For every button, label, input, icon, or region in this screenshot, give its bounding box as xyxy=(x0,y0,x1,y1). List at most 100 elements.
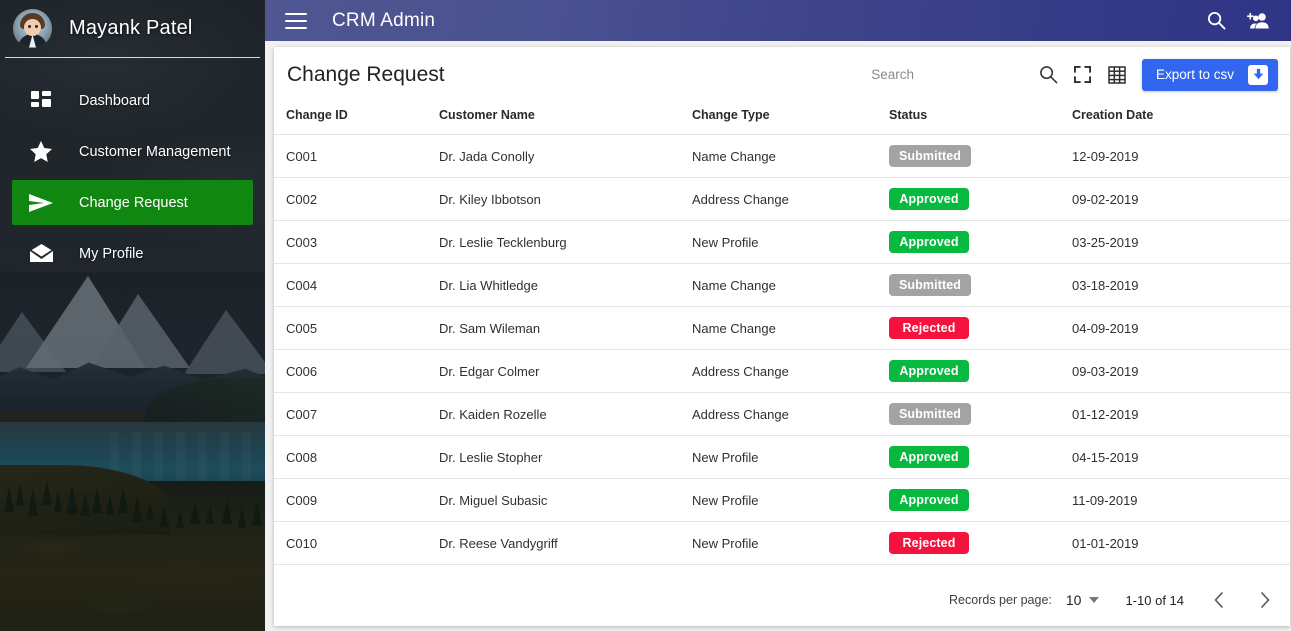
chevron-down-icon[interactable] xyxy=(1089,597,1100,603)
cell-customer-name: Dr. Kiley Ibbotson xyxy=(439,177,692,221)
cell-customer-name: Dr. Miguel Subasic xyxy=(439,478,692,522)
table-row[interactable]: C009 Dr. Miguel Subasic New Profile Approve… xyxy=(274,478,1290,522)
cell-status: Rejected xyxy=(889,521,1072,565)
fullscreen-icon[interactable] xyxy=(1068,60,1098,90)
status-badge: Approved xyxy=(889,231,969,253)
status-badge: Approved xyxy=(889,360,969,382)
status-badge: Approved xyxy=(889,489,969,511)
crm-admin-app: Mayank Patel Dashboard Customer Manageme… xyxy=(0,0,1291,631)
cell-change-type: Address Change xyxy=(692,392,889,436)
cell-change-id: C009 xyxy=(274,478,439,522)
table-row[interactable]: C001 Dr. Jada Conolly Name Change Submitted… xyxy=(274,134,1290,178)
sidebar-user-name: Mayank Patel xyxy=(69,16,193,39)
table-row[interactable]: C007 Dr. Kaiden Rozelle Address Change Subm… xyxy=(274,392,1290,436)
sidebar-item-label: My Profile xyxy=(79,245,144,262)
cell-change-id: C005 xyxy=(274,306,439,350)
status-badge: Rejected xyxy=(889,532,969,554)
envelope-icon xyxy=(27,240,55,268)
status-badge: Approved xyxy=(889,188,969,210)
export-button-label: Export to csv xyxy=(1155,67,1234,82)
sidebar-item-my-profile[interactable]: My Profile xyxy=(12,231,253,276)
send-icon xyxy=(27,189,55,217)
sidebar-nav: Dashboard Customer Management Change Req… xyxy=(0,78,265,282)
table-row[interactable]: C008 Dr. Leslie Stopher New Profile Approve… xyxy=(274,435,1290,479)
column-header-creation-date[interactable]: Creation Date xyxy=(1072,102,1290,135)
status-badge: Approved xyxy=(889,446,969,468)
cell-customer-name: Dr. Lia Whitledge xyxy=(439,263,692,307)
cell-creation-date: 01-01-2019 xyxy=(1072,521,1290,565)
cell-change-id: C001 xyxy=(274,134,439,178)
dashboard-icon xyxy=(27,87,55,115)
cell-change-id: C002 xyxy=(274,177,439,221)
cell-status: Approved xyxy=(889,349,1072,393)
column-header-change-id[interactable]: Change ID xyxy=(274,102,439,135)
pagination-range: 1-10 of 14 xyxy=(1125,592,1184,608)
sidebar-item-label: Customer Management xyxy=(79,143,231,160)
chevron-right-icon[interactable] xyxy=(1254,589,1276,611)
cell-change-type: Name Change xyxy=(692,134,889,178)
sidebar-profile[interactable]: Mayank Patel xyxy=(0,0,265,56)
cell-customer-name: Dr. Leslie Tecklenburg xyxy=(439,220,692,264)
star-icon xyxy=(27,138,55,166)
table-head: Change ID Customer Name Change Type Stat… xyxy=(274,102,1290,135)
table-row[interactable]: C004 Dr. Lia Whitledge Name Change Submitte… xyxy=(274,263,1290,307)
cell-status: Approved xyxy=(889,177,1072,221)
status-badge: Rejected xyxy=(889,317,969,339)
status-badge: Submitted xyxy=(889,403,972,425)
search-icon[interactable] xyxy=(1201,6,1231,36)
table-row[interactable]: C005 Dr. Sam Wileman Name Change Rejected 04… xyxy=(274,306,1290,350)
chevron-left-icon[interactable] xyxy=(1208,589,1230,611)
cell-change-id: C007 xyxy=(274,392,439,436)
cell-change-type: Address Change xyxy=(692,177,889,221)
top-app-bar: CRM Admin xyxy=(265,0,1291,41)
cell-status: Submitted xyxy=(889,392,1072,436)
cell-customer-name: Dr. Kaiden Rozelle xyxy=(439,392,692,436)
grid-icon[interactable] xyxy=(1102,60,1132,90)
avatar xyxy=(13,8,52,48)
sidebar-item-change-request[interactable]: Change Request xyxy=(12,180,253,225)
cell-customer-name: Dr. Edgar Colmer xyxy=(439,349,692,393)
cell-change-type: Name Change xyxy=(692,263,889,307)
pagination: Records per page: 10 1-10 of 14 xyxy=(949,574,1276,626)
cell-status: Approved xyxy=(889,478,1072,522)
cell-change-type: Address Change xyxy=(692,349,889,393)
hamburger-icon[interactable] xyxy=(285,12,307,29)
sidebar-item-label: Change Request xyxy=(79,194,188,211)
column-header-change-type[interactable]: Change Type xyxy=(692,102,889,135)
status-badge: Submitted xyxy=(889,274,972,296)
search-icon[interactable] xyxy=(1034,60,1064,90)
export-to-csv-button[interactable]: Export to csv xyxy=(1141,58,1278,91)
cell-creation-date: 01-12-2019 xyxy=(1072,392,1290,436)
sidebar-item-label: Dashboard xyxy=(79,92,150,109)
download-icon xyxy=(1248,64,1268,85)
cell-customer-name: Dr. Reese Vandygriff xyxy=(439,521,692,565)
cell-creation-date: 04-09-2019 xyxy=(1072,306,1290,350)
search-input[interactable]: Search xyxy=(871,67,914,82)
cell-status: Rejected xyxy=(889,306,1072,350)
sidebar-divider xyxy=(5,57,260,58)
cell-customer-name: Dr. Jada Conolly xyxy=(439,134,692,178)
cell-creation-date: 09-03-2019 xyxy=(1072,349,1290,393)
records-per-page-select[interactable]: 10 xyxy=(1066,592,1082,608)
table-row[interactable]: C002 Dr. Kiley Ibbotson Address Change Appr… xyxy=(274,177,1290,221)
column-header-customer-name[interactable]: Customer Name xyxy=(439,102,692,135)
cell-customer-name: Dr. Sam Wileman xyxy=(439,306,692,350)
cell-status: Approved xyxy=(889,435,1072,479)
cell-change-type: New Profile xyxy=(692,220,889,264)
sidebar: Mayank Patel Dashboard Customer Manageme… xyxy=(0,0,265,631)
column-header-status[interactable]: Status xyxy=(889,102,1072,135)
cell-change-type: New Profile xyxy=(692,435,889,479)
cell-change-id: C004 xyxy=(274,263,439,307)
table-row[interactable]: C006 Dr. Edgar Colmer Address Change Approv… xyxy=(274,349,1290,393)
cell-status: Submitted xyxy=(889,263,1072,307)
sidebar-item-customer-management[interactable]: Customer Management xyxy=(12,129,253,174)
app-title: CRM Admin xyxy=(332,9,436,31)
sidebar-item-dashboard[interactable]: Dashboard xyxy=(12,78,253,123)
table-row[interactable]: C003 Dr. Leslie Tecklenburg New Profile App… xyxy=(274,220,1290,264)
add-user-icon[interactable] xyxy=(1243,6,1273,36)
cell-creation-date: 03-18-2019 xyxy=(1072,263,1290,307)
records-per-page-label: Records per page: xyxy=(949,593,1052,607)
table-row[interactable]: C010 Dr. Reese Vandygriff New Profile Rejec… xyxy=(274,521,1290,565)
cell-change-id: C010 xyxy=(274,521,439,565)
cell-creation-date: 04-15-2019 xyxy=(1072,435,1290,479)
